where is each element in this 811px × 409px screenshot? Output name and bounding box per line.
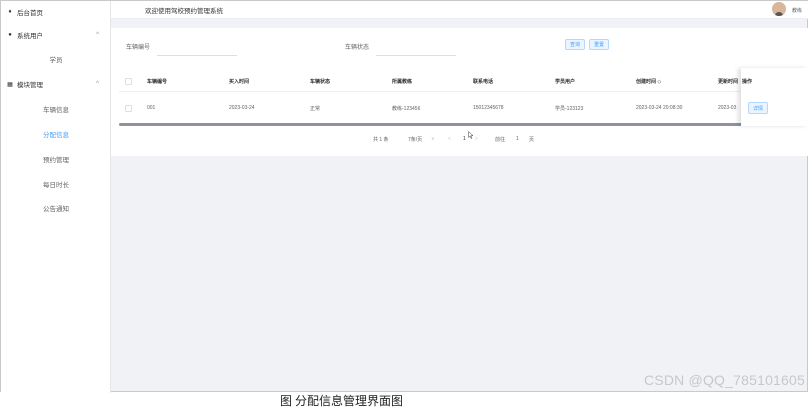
user-icon: ●	[8, 32, 12, 38]
table-cell: 15012345678	[473, 105, 504, 111]
table-cell: 学员-123123	[555, 106, 584, 112]
sidebar-item-daily-hours[interactable]: 每日时长	[1, 173, 111, 195]
next-page-button[interactable]: >	[475, 136, 478, 142]
chevron-down-icon: ∨	[431, 136, 435, 142]
sidebar-item-booking[interactable]: 预约管理	[1, 148, 111, 170]
sidebar-item-students[interactable]: 学员	[1, 48, 111, 70]
sidebar-item-label: 车辆信息	[43, 107, 69, 114]
chevron-up-icon: ^	[96, 32, 99, 38]
sidebar-group-system-users[interactable]: ● 系统用户 ^	[1, 24, 111, 46]
fixed-operation-column: 操作	[741, 68, 808, 126]
column-header: 买入时间	[229, 79, 250, 85]
query-button[interactable]: 查询	[565, 39, 586, 50]
row-checkbox[interactable]	[125, 105, 132, 112]
column-header: 学员用户	[555, 79, 576, 85]
content-card: 车辆编号 车辆状态 查询 重置 车辆编号 买入时间 车辆状态 所属教练 联系电话…	[111, 28, 808, 156]
grid-icon: ▦	[7, 81, 13, 88]
vehicle-status-input[interactable]	[376, 46, 456, 56]
table-cell: 正常	[310, 106, 321, 112]
table-cell: 教练-123456	[392, 106, 421, 112]
sidebar-item-label: 学员	[49, 57, 63, 64]
table-cell: 001	[147, 105, 156, 111]
sidebar-group-modules[interactable]: ▦ 模块管理 ^	[1, 73, 111, 95]
sidebar-item-label: 预约管理	[43, 157, 69, 164]
column-header: 操作	[742, 79, 753, 85]
prev-page-button[interactable]: <	[448, 136, 451, 142]
table-cell: 2023-03-24 20:08:30	[636, 105, 683, 111]
vehicle-no-input[interactable]	[157, 46, 237, 56]
vehicle-status-label: 车辆状态	[345, 45, 370, 51]
sidebar-item-label: 公告通知	[43, 206, 69, 213]
goto-input[interactable]: 1	[516, 136, 519, 142]
detail-button[interactable]: 详情	[748, 102, 768, 114]
sidebar-item-announcements[interactable]: 公告通知	[1, 197, 111, 219]
watermark: CSDN @QQ_785101605	[643, 372, 805, 388]
goto-label: 前往	[495, 137, 506, 143]
sidebar: ♦ 后台首页 ● 系统用户 ^ 学员 ▦ 模块管理 ^ 车辆信息 分配信息 预约…	[1, 1, 111, 393]
column-header-sortable[interactable]: 创建时间 ◇	[636, 78, 661, 85]
column-header: 更新时间	[718, 79, 739, 85]
sidebar-item-assignment-info[interactable]: 分配信息	[1, 123, 111, 145]
page-size-select[interactable]: 7条/页	[408, 136, 422, 143]
sidebar-item-home[interactable]: ♦ 后台首页	[1, 1, 111, 23]
sidebar-item-label: 分配信息	[43, 132, 69, 139]
welcome-text: 欢迎使用驾校预约管理系统	[145, 8, 223, 15]
sidebar-group-label: 系统用户	[17, 33, 43, 40]
page-unit-label: 页	[529, 137, 535, 143]
page-number-current[interactable]: 1	[463, 136, 466, 142]
column-header: 车辆状态	[310, 79, 331, 85]
avatar[interactable]	[772, 2, 786, 16]
figure-caption: 图 分配信息管理界面图	[280, 394, 404, 408]
column-header: 所属教练	[392, 79, 413, 85]
sidebar-group-label: 模块管理	[17, 82, 43, 89]
top-bar: 欢迎使用驾校预约管理系统 教练	[111, 1, 808, 19]
table-cell: 2023-03-24	[229, 105, 255, 111]
reset-button[interactable]: 重置	[589, 39, 610, 50]
column-header: 车辆编号	[147, 79, 168, 85]
home-icon: ♦	[8, 9, 12, 15]
header-divider	[119, 91, 747, 92]
pagination-total: 共 1 条	[373, 137, 389, 143]
chevron-up-icon: ^	[96, 81, 99, 87]
horizontal-scrollbar[interactable]	[119, 123, 747, 126]
table-cell: 2023-03	[718, 105, 737, 111]
mouse-cursor-icon	[468, 131, 474, 139]
app-frame: ♦ 后台首页 ● 系统用户 ^ 学员 ▦ 模块管理 ^ 车辆信息 分配信息 预约…	[0, 0, 808, 393]
column-header: 联系电话	[473, 79, 494, 85]
vehicle-no-label: 车辆编号	[126, 45, 151, 51]
sidebar-item-label: 后台首页	[17, 10, 43, 17]
select-all-checkbox[interactable]	[125, 78, 132, 85]
user-name[interactable]: 教练	[792, 7, 802, 14]
sidebar-item-label: 每日时长	[43, 182, 69, 189]
sidebar-item-vehicle-info[interactable]: 车辆信息	[1, 98, 111, 120]
